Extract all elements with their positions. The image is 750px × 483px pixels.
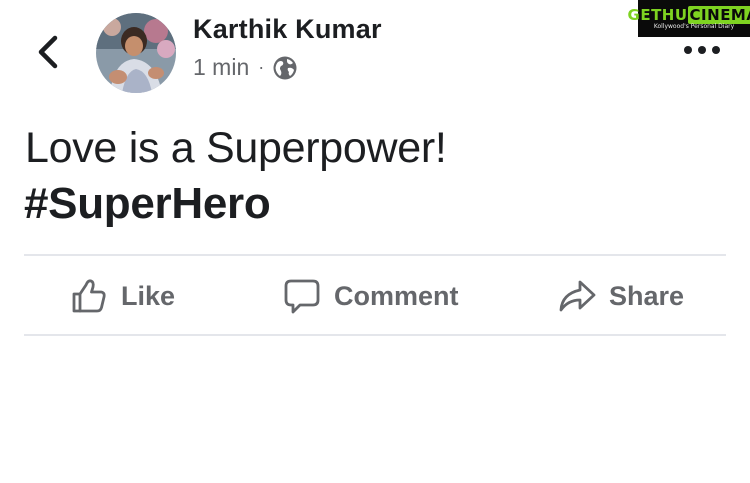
- comment-icon: [283, 277, 321, 315]
- comment-button[interactable]: Comment: [283, 273, 459, 319]
- like-button[interactable]: Like: [70, 273, 175, 319]
- avatar-photo: [96, 13, 176, 93]
- comment-label: Comment: [334, 280, 459, 311]
- author-avatar[interactable]: [96, 13, 176, 93]
- like-label: Like: [121, 280, 176, 311]
- gethucinema-watermark: GETHUCINEMA Kollywood's Personal Diary: [628, 0, 750, 37]
- meta-separator: ·: [258, 57, 265, 77]
- post-meta: 1 min ·: [193, 54, 298, 81]
- globe-icon: [272, 55, 298, 81]
- more-options-icon[interactable]: [684, 40, 720, 60]
- watermark-logo: GETHUCINEMA: [628, 5, 750, 24]
- back-button[interactable]: [28, 32, 68, 72]
- share-label: Share: [609, 280, 685, 311]
- watermark-tagline: Kollywood's Personal Diary: [653, 22, 735, 30]
- divider-top: [24, 254, 726, 256]
- share-button[interactable]: Share: [558, 273, 684, 319]
- author-name[interactable]: Karthik Kumar: [193, 14, 382, 45]
- thumbs-up-icon: [70, 277, 108, 315]
- post-timestamp[interactable]: 1 min: [193, 54, 249, 81]
- divider-bottom: [24, 334, 726, 336]
- hashtag-link[interactable]: #SuperHero: [24, 179, 271, 229]
- post-text: Love is a Superpower!: [25, 124, 447, 172]
- share-arrow-icon: [558, 277, 596, 315]
- chevron-left-icon: [38, 35, 58, 69]
